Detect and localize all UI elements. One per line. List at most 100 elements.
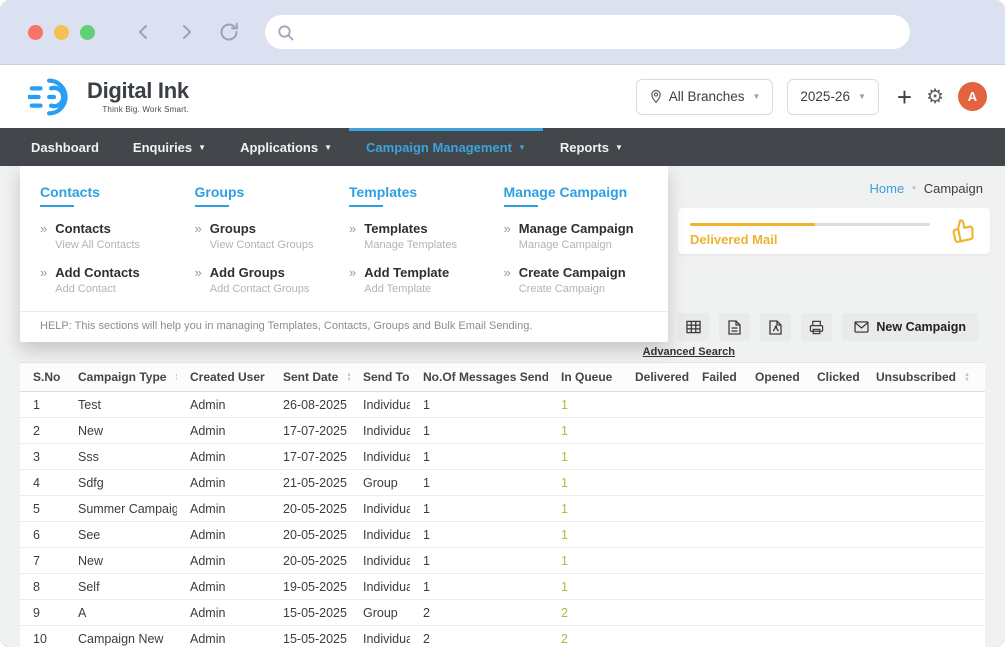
location-pin-icon	[649, 89, 663, 104]
menu-item-add-groups[interactable]: » Add Groups Add Contact Groups	[195, 265, 340, 295]
table-cell: Sss	[65, 444, 177, 470]
menu-item-groups[interactable]: » Groups View Contact Groups	[195, 221, 340, 251]
table-grid-icon	[686, 320, 701, 334]
table-cell	[804, 626, 863, 647]
add-button[interactable]: +	[897, 84, 912, 110]
advanced-search-link[interactable]: Advanced Search	[643, 346, 735, 358]
menu-heading-groups[interactable]: Groups	[195, 184, 245, 207]
window-controls	[28, 25, 95, 40]
print-button[interactable]	[801, 313, 832, 341]
chevron-down-icon: ▼	[752, 92, 760, 101]
column-header[interactable]: Unsubscribed▲▼	[863, 363, 985, 392]
column-header[interactable]: Clicked▲▼	[804, 363, 863, 392]
menu-item-create-campaign[interactable]: » Create Campaign Create Campaign	[504, 265, 649, 295]
table-row[interactable]: 10Campaign NewAdmin15-05-2025Individual2…	[20, 626, 985, 647]
settings-gear-icon[interactable]: ⚙	[926, 84, 944, 109]
delivered-mail-card[interactable]: Delivered Mail	[678, 208, 990, 254]
sort-icon: ▲▼	[964, 373, 970, 383]
sort-icon: ▲▼	[346, 373, 350, 383]
menu-item-contacts[interactable]: » Contacts View All Contacts	[40, 221, 185, 251]
table-cell	[689, 444, 742, 470]
column-header[interactable]: Delivered▲▼	[622, 363, 689, 392]
app-title: Digital Ink	[87, 80, 189, 102]
maximize-window-button[interactable]	[80, 25, 95, 40]
column-header[interactable]: Failed▲▼	[689, 363, 742, 392]
table-cell: 20-05-2025	[270, 548, 350, 574]
table-cell: 1	[410, 444, 548, 470]
table-row[interactable]: 2NewAdmin17-07-2025Individual11	[20, 418, 985, 444]
sort-icon: ▲▼	[620, 373, 622, 383]
close-window-button[interactable]	[28, 25, 43, 40]
export-pdf-button[interactable]	[760, 313, 791, 341]
table-row[interactable]: 7NewAdmin20-05-2025Individual11	[20, 548, 985, 574]
menu-heading-contacts[interactable]: Contacts	[40, 184, 100, 207]
menu-item-add-contacts[interactable]: » Add Contacts Add Contact	[40, 265, 185, 295]
column-header[interactable]: Sent Date▲▼	[270, 363, 350, 392]
table-cell	[689, 548, 742, 574]
table-header-row: S.No▲▼Campaign Type▲▼Created User▲▼Sent …	[20, 363, 985, 392]
menu-item-manage-campaign[interactable]: » Manage Campaign Manage Campaign	[504, 221, 649, 251]
table-row[interactable]: 5Summer CampaignAdmin20-05-2025Individua…	[20, 496, 985, 522]
header-controls: All Branches ▼ 2025-26 ▼ + ⚙ A	[636, 79, 987, 115]
export-excel-button[interactable]	[719, 313, 750, 341]
table-row[interactable]: 3SssAdmin17-07-2025Individual11	[20, 444, 985, 470]
table-cell: Individual	[350, 522, 410, 548]
year-dropdown[interactable]: 2025-26 ▼	[787, 79, 878, 115]
nav-item-applications[interactable]: Applications▼	[223, 128, 349, 166]
url-bar[interactable]	[265, 15, 910, 49]
table-cell	[689, 522, 742, 548]
menu-item-templates[interactable]: » Templates Manage Templates	[349, 221, 494, 251]
refresh-button[interactable]	[219, 22, 239, 42]
table-cell: Campaign New	[65, 626, 177, 647]
branches-dropdown[interactable]: All Branches ▼	[636, 79, 774, 115]
column-header[interactable]: S.No▲▼	[20, 363, 65, 392]
table-cell: 1	[548, 418, 622, 444]
nav-item-dashboard[interactable]: Dashboard	[14, 128, 116, 166]
forward-button[interactable]	[177, 23, 195, 41]
breadcrumb-home-link[interactable]: Home	[870, 181, 905, 196]
new-campaign-button[interactable]: New Campaign	[842, 313, 978, 341]
nav-item-reports[interactable]: Reports▼	[543, 128, 640, 166]
table-cell: 17-07-2025	[270, 418, 350, 444]
logo-text: Digital Ink Think Big. Work Smart.	[87, 80, 189, 114]
minimize-window-button[interactable]	[54, 25, 69, 40]
menu-item-add-template[interactable]: » Add Template Add Template	[349, 265, 494, 295]
chevron-down-icon: ▼	[518, 143, 526, 152]
double-chevron-icon: »	[195, 221, 202, 251]
table-cell	[804, 600, 863, 626]
table-row[interactable]: 9AAdmin15-05-2025Group22	[20, 600, 985, 626]
nav-item-enquiries[interactable]: Enquiries▼	[116, 128, 223, 166]
table-cell: 2	[548, 626, 622, 647]
chevron-down-icon: ▼	[858, 92, 866, 101]
printer-icon	[809, 320, 824, 335]
back-button[interactable]	[135, 23, 153, 41]
table-cell	[622, 392, 689, 418]
url-input[interactable]	[302, 25, 898, 40]
column-header[interactable]: Campaign Type▲▼	[65, 363, 177, 392]
thumbs-up-icon	[949, 217, 976, 244]
column-header[interactable]: Opened▲▼	[742, 363, 804, 392]
column-header[interactable]: Send To▲▼	[350, 363, 410, 392]
table-cell: 1	[410, 418, 548, 444]
double-chevron-icon: »	[504, 221, 511, 251]
column-header[interactable]: No.Of Messages Send▲▼	[410, 363, 548, 392]
table-row[interactable]: 1TestAdmin26-08-2025Individual11	[20, 392, 985, 418]
user-avatar[interactable]: A	[958, 82, 987, 111]
chevron-down-icon: ▼	[324, 143, 332, 152]
table-row[interactable]: 6SeeAdmin20-05-2025Individual11	[20, 522, 985, 548]
table-row[interactable]: 8SelfAdmin19-05-2025Individual11	[20, 574, 985, 600]
table-cell: 1	[548, 392, 622, 418]
menu-help-text: HELP: This sections will help you in man…	[20, 311, 668, 342]
menu-heading-manage-campaign[interactable]: Manage Campaign	[504, 184, 628, 207]
menu-heading-templates[interactable]: Templates	[349, 184, 417, 207]
nav-item-campaign-management[interactable]: Campaign Management▼	[349, 128, 543, 166]
column-header[interactable]: In Queue▲▼	[548, 363, 622, 392]
table-row[interactable]: 4SdfgAdmin21-05-2025Group11	[20, 470, 985, 496]
column-header[interactable]: Created User▲▼	[177, 363, 270, 392]
digital-ink-logo-icon	[28, 75, 78, 119]
table-cell	[863, 470, 985, 496]
table-view-button[interactable]	[678, 313, 709, 341]
table-cell: Self	[65, 574, 177, 600]
table-cell: 1	[548, 496, 622, 522]
table-cell: 1	[410, 574, 548, 600]
